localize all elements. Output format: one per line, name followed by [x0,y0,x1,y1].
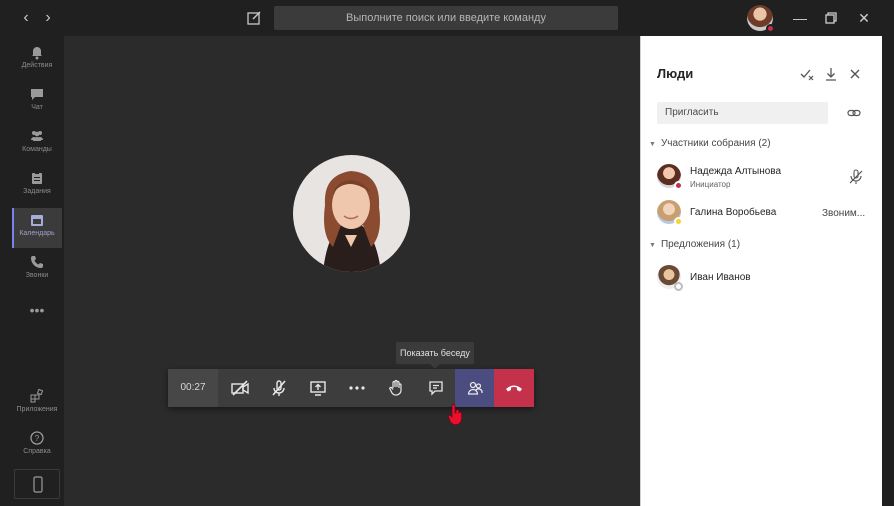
status-busy-dot [766,24,775,33]
people-panel: Люди Пригласить ▼ Участники собрания (2) … [640,36,882,506]
participant-name: Галина Воробьева [690,207,777,218]
call-timer: 00:27 [168,369,218,407]
chevron-down-icon: ▼ [649,141,656,148]
restore-icon[interactable] [821,8,841,28]
download-icon[interactable] [823,66,839,82]
hang-up-button[interactable] [494,369,534,407]
people-icon [467,381,483,395]
rail-item-chat[interactable]: Чат [12,82,62,122]
bell-icon [32,47,42,60]
share-screen-button[interactable] [298,369,337,407]
participant-role: Инициатор [690,180,731,189]
search-input[interactable]: Выполните поиск или введите команду [274,6,618,30]
help-icon: ? [30,431,44,445]
hand-cursor-icon [447,404,465,431]
status-dot [674,282,683,291]
participant-name: Иван Иванов [690,272,751,283]
svg-text:?: ? [35,434,40,443]
close-window-icon[interactable]: ✕ [854,8,874,28]
mobile-device-icon [33,476,43,493]
participant-avatar [657,200,683,226]
raise-hand-icon [388,379,402,396]
apps-icon [30,388,44,403]
forward-arrow-icon[interactable]: › [38,8,58,28]
teams-window: ‹ › Выполните поиск или введите команду … [0,0,894,506]
mic-off-icon [271,380,286,396]
calendar-icon [31,215,43,226]
assignments-icon [32,172,42,184]
back-arrow-icon[interactable]: ‹ [16,8,36,28]
profile-avatar[interactable] [747,5,775,33]
share-screen-icon [309,381,326,396]
call-controls-bar: 00:27 [168,369,534,407]
close-panel-icon[interactable] [847,66,863,82]
teams-icon [31,131,43,141]
participant-call-state: Звоним... [822,208,866,219]
chat-icon [428,381,443,396]
rail-item-teams[interactable]: Команды [12,124,62,164]
participant-name: Надежда Алтынова [690,166,782,177]
chat-icon [31,89,43,100]
rail-item-label: Календарь [19,230,55,237]
show-chat-button[interactable] [416,369,455,407]
panel-title: Люди [657,66,694,81]
link-icon[interactable] [847,106,861,120]
participant-avatar [657,265,683,291]
chevron-down-icon: ▼ [649,242,656,249]
compose-icon[interactable] [244,8,264,28]
raise-hand-button[interactable] [376,369,415,407]
rail-item-activity[interactable]: Действия [12,40,62,80]
show-chat-tooltip: Показать беседу [396,342,474,369]
rail-item-label: Чат [31,104,43,111]
participant-avatar [657,164,683,190]
minimize-icon[interactable]: — [790,8,810,28]
show-participants-button[interactable] [455,369,494,407]
rail-item-label: Приложения [16,406,58,413]
camera-off-icon [230,380,249,396]
suggestion-row[interactable]: Иван Иванов [657,265,877,293]
more-icon [348,386,365,390]
section-meeting-participants[interactable]: ▼ Участники собрания (2) [649,138,771,149]
window-edge [882,36,894,506]
rail-item-assignments[interactable]: Задания [12,166,62,206]
rail-item-calendar[interactable]: Календарь [12,208,62,248]
mute-all-icon[interactable] [799,66,815,82]
device-button[interactable] [14,469,60,499]
mic-off-icon[interactable] [849,169,863,185]
section-label: Предложения (1) [660,239,741,250]
status-dot [674,217,683,226]
participant-avatar [293,155,410,272]
more-actions-button[interactable] [337,369,376,407]
title-bar: ‹ › Выполните поиск или введите команду … [0,0,894,36]
section-label: Участники собрания (2) [660,138,771,149]
meeting-stage [64,36,640,506]
rail-item-apps[interactable]: Приложения [12,384,62,424]
section-suggestions[interactable]: ▼ Предложения (1) [649,239,740,250]
rail-item-help[interactable]: ? Справка [12,426,62,466]
hangup-icon [506,385,522,392]
invite-input[interactable]: Пригласить [657,102,828,124]
rail-item-label: Команды [22,146,52,153]
rail-item-calls[interactable]: Звонки [12,250,62,290]
rail-item-label: Справка [23,448,51,455]
participant-row[interactable]: Галина Воробьева Звоним... [657,200,877,228]
phone-icon [31,256,43,268]
camera-toggle-button[interactable] [220,369,259,407]
rail-item-label: Задания [23,188,51,195]
mute-toggle-button[interactable] [259,369,298,407]
participant-row[interactable]: Надежда Алтынова Инициатор [657,164,877,192]
rail-item-label: Действия [21,62,53,69]
rail-item-label: Звонки [25,272,49,279]
status-dot [674,181,683,190]
app-rail: Действия Чат Команды Задания Календарь З… [0,36,64,506]
more-apps-icon[interactable]: ••• [12,302,62,318]
